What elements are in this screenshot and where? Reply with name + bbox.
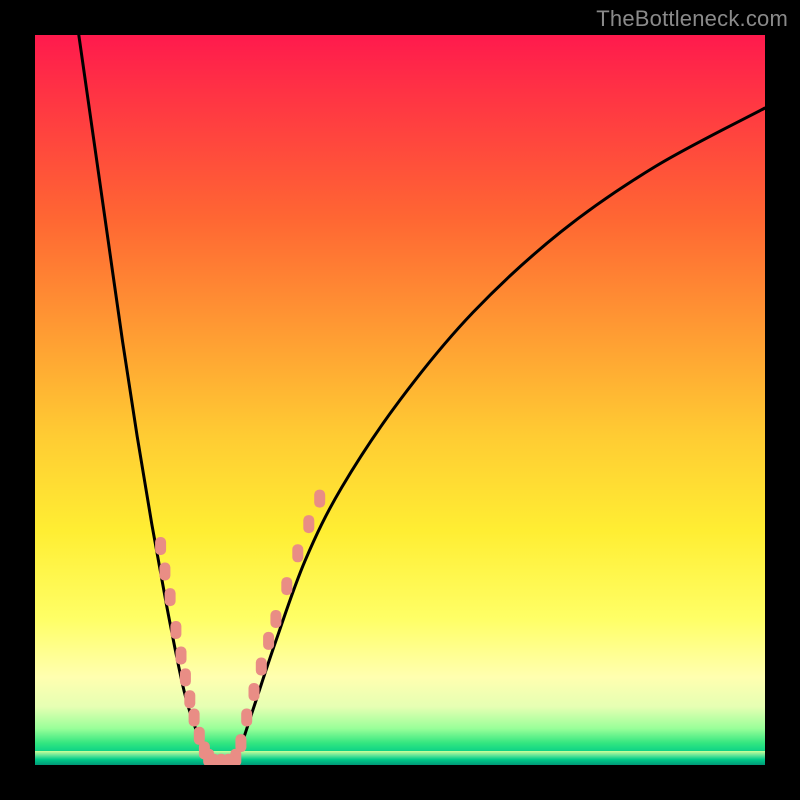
data-point [223,754,234,765]
watermark-text: TheBottleneck.com [596,6,788,32]
data-point [263,632,274,650]
data-point [256,658,267,676]
data-point [241,709,252,727]
curve-left-branch [79,35,210,765]
data-point [249,683,260,701]
data-point [170,621,181,639]
data-point [281,577,292,595]
bottleneck-curve [35,35,765,765]
chart-frame: TheBottleneck.com [0,0,800,800]
data-point [303,515,314,533]
plot-area [35,35,765,765]
data-point [189,709,200,727]
data-point [292,544,303,562]
curve-right-branch [232,108,765,765]
data-point [235,734,246,752]
data-point [270,610,281,628]
data-point [159,563,170,581]
data-point [180,668,191,686]
data-point [314,490,325,508]
data-point [184,690,195,708]
data-point [165,588,176,606]
data-point [155,537,166,555]
data-point [176,647,187,665]
